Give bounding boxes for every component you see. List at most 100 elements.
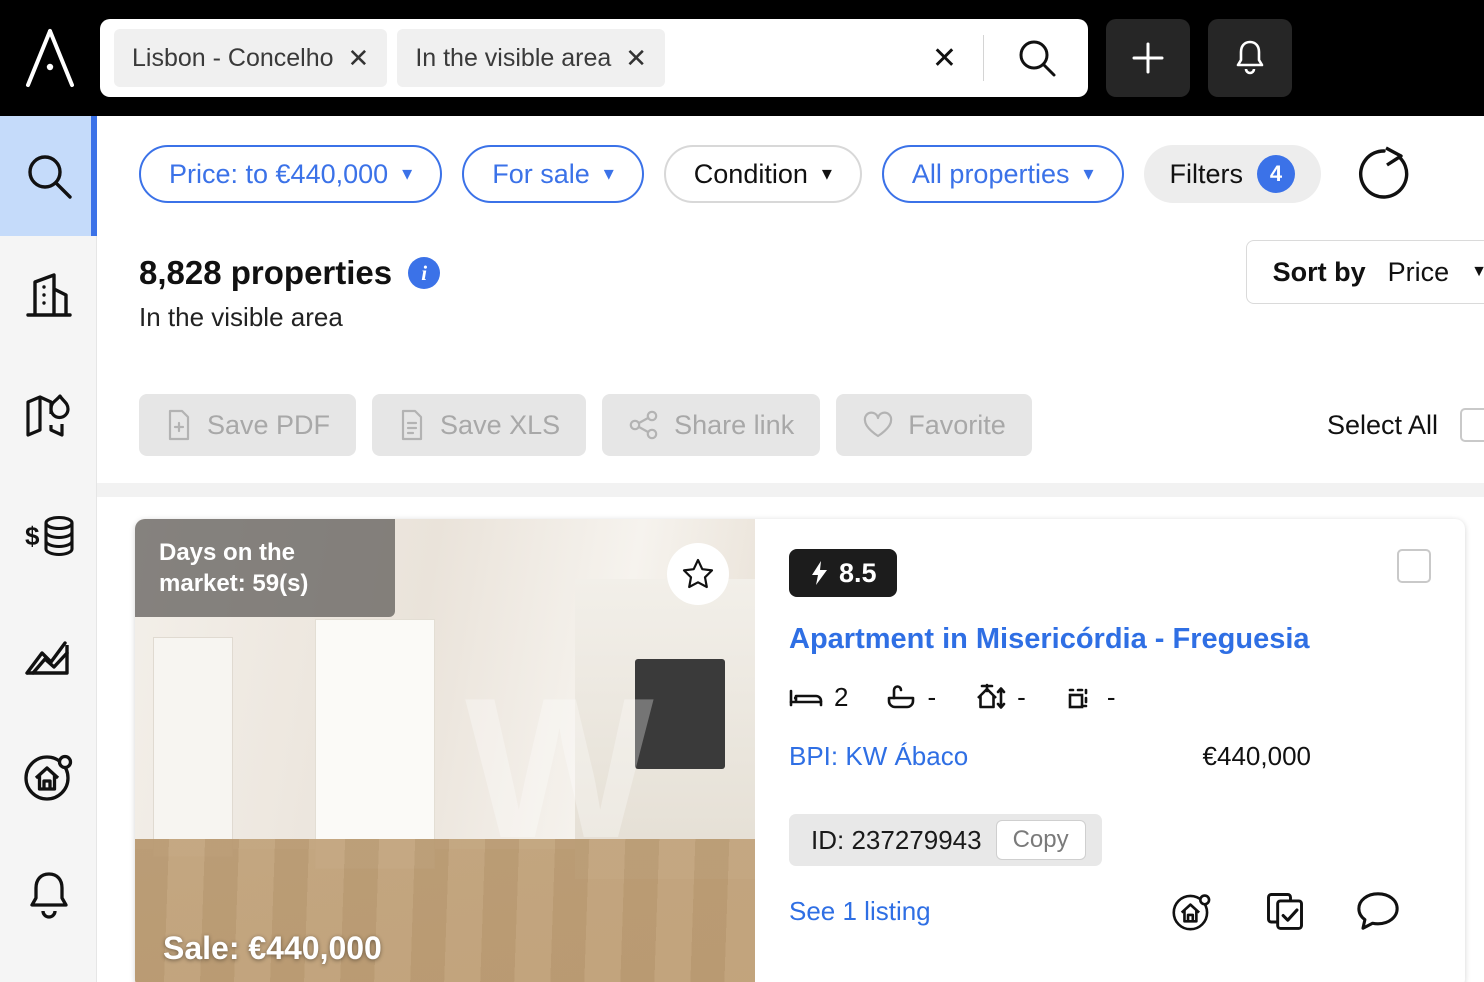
listing-bottom-row: See 1 listing (789, 888, 1431, 934)
sidebar-item-search[interactable] (0, 116, 97, 236)
spec-plot-area: - (1064, 682, 1115, 713)
filter-chip-price-label: Price: to €440,000 (169, 158, 389, 189)
lightning-icon (812, 561, 827, 585)
search-divider (983, 35, 984, 81)
listing-title[interactable]: Apartment in Misericórdia - Freguesia (789, 623, 1431, 656)
results-header: 8,828 properties i In the visible area S… (97, 232, 1484, 367)
save-pdf-button[interactable]: Save PDF (139, 394, 357, 456)
filters-button[interactable]: Filters 4 (1143, 145, 1322, 203)
remove-chip-area-icon[interactable]: ✕ (625, 45, 647, 71)
money-coins-icon: $ (25, 515, 74, 557)
listing-id-row: ID: 237279943 Copy (789, 814, 1431, 866)
search-chip-location-label: Lisbon - Concelho (132, 43, 334, 72)
file-lines-icon (401, 409, 423, 441)
info-icon[interactable]: i (408, 257, 441, 289)
filter-chip-property-type[interactable]: All properties ▾ (881, 145, 1124, 203)
sort-by-dropdown[interactable]: Sort by Price ▼ (1245, 240, 1484, 304)
photo-door-left (153, 637, 233, 857)
select-all-control[interactable]: Select All (1327, 408, 1484, 442)
results-count-label: 8,828 properties (139, 254, 393, 291)
search-chip-location[interactable]: Lisbon - Concelho ✕ (114, 29, 388, 87)
brand-logo[interactable] (0, 0, 100, 116)
listing-photo[interactable]: W Days on the market: 59(s) Sale: €440,0… (135, 519, 755, 982)
listing-score-value: 8.5 (839, 557, 877, 588)
copy-id-button[interactable]: Copy (995, 820, 1086, 860)
sidebar-item-buildings[interactable] (0, 236, 97, 356)
see-listing-link[interactable]: See 1 listing (789, 896, 931, 927)
days-on-market-badge: Days on the market: 59(s) (135, 519, 395, 618)
listing-details: 8.5 Apartment in Misericórdia - Freguesi… (755, 519, 1465, 982)
listing-score-badge: 8.5 (789, 549, 897, 597)
search-chip-area[interactable]: In the visible area ✕ (397, 29, 666, 87)
chevron-down-icon: ▾ (1083, 163, 1094, 185)
bell-icon (1236, 40, 1264, 75)
search-submit-button[interactable] (994, 37, 1080, 79)
search-icon (27, 155, 72, 199)
spec-bathrooms-value: - (927, 682, 937, 712)
chevron-down-icon: ▼ (1471, 263, 1484, 280)
star-icon (682, 558, 714, 589)
filter-chip-operation[interactable]: For sale ▾ (462, 145, 644, 203)
filter-chip-property-type-label: All properties (911, 158, 1070, 189)
bed-icon (789, 689, 823, 706)
search-bar[interactable]: Lisbon - Concelho ✕ In the visible area … (100, 19, 1088, 97)
bath-icon (888, 684, 915, 708)
chevron-down-icon: ▾ (402, 163, 413, 185)
select-all-label: Select All (1326, 409, 1438, 440)
select-all-checkbox[interactable] (1460, 408, 1484, 442)
valuation-button[interactable] (1169, 888, 1215, 934)
plus-icon (1132, 42, 1164, 74)
clear-search-icon[interactable]: ✕ (916, 41, 973, 76)
listing-sale-overlay: Sale: €440,000 (163, 930, 382, 966)
listing-agency[interactable]: BPI: KW Ábaco (789, 741, 968, 772)
map-heat-icon (25, 394, 70, 437)
photo-watermark: W (465, 657, 654, 880)
results-subtitle: In the visible area (139, 302, 343, 332)
listing-specs: 2 - - - (789, 682, 1431, 713)
plot-area-icon (1068, 688, 1088, 708)
spec-built-area-value: - (1017, 682, 1026, 712)
share-link-label: Share link (674, 409, 795, 440)
filters-button-label: Filters (1169, 158, 1244, 189)
favorite-button[interactable]: Favorite (836, 394, 1032, 456)
listing-action-icons (1169, 888, 1401, 934)
add-button[interactable] (1106, 19, 1190, 97)
sidebar-item-alerts[interactable] (0, 836, 97, 956)
reset-filters-button[interactable] (1353, 143, 1415, 205)
sidebar: $ (0, 116, 97, 982)
listing-select-checkbox[interactable] (1397, 549, 1431, 583)
comments-button[interactable] (1355, 889, 1401, 933)
search-chip-area-label: In the visible area (415, 43, 612, 72)
save-xls-button[interactable]: Save XLS (372, 394, 587, 456)
filter-chip-price[interactable]: Price: to €440,000 ▾ (139, 145, 443, 203)
save-xls-label: Save XLS (440, 409, 561, 440)
filter-chip-condition[interactable]: Condition ▾ (663, 145, 862, 203)
chat-bubble-icon (1357, 892, 1399, 930)
spec-bathrooms: - (886, 682, 936, 713)
listing-id-pill: ID: 237279943 Copy (789, 814, 1102, 866)
top-bar: Lisbon - Concelho ✕ In the visible area … (0, 0, 1484, 116)
remove-chip-location-icon[interactable]: ✕ (348, 45, 370, 71)
alerts-button[interactable] (1208, 19, 1292, 97)
home-circle-icon (1172, 894, 1211, 931)
spec-built-area: - (974, 682, 1026, 713)
section-divider (97, 483, 1484, 497)
sidebar-item-prices[interactable]: $ (0, 476, 97, 596)
sidebar-item-analytics[interactable] (0, 596, 97, 716)
spec-bedrooms-value: 2 (834, 682, 849, 712)
file-plus-icon (168, 409, 190, 441)
building-icon (25, 273, 72, 317)
photo-door-center (315, 619, 435, 869)
built-area-icon (977, 683, 1006, 709)
main-content: Price: to €440,000 ▾ For sale ▾ Conditio… (97, 116, 1484, 982)
listing-favorite-button[interactable] (667, 543, 729, 605)
duplicate-check-button[interactable] (1263, 889, 1307, 933)
bulk-actions-row: Save PDF Save XLS Share link Favorite Se… (97, 367, 1484, 483)
listing-card[interactable]: W Days on the market: 59(s) Sale: €440,0… (135, 519, 1465, 982)
filter-bar: Price: to €440,000 ▾ For sale ▾ Conditio… (97, 116, 1484, 232)
sidebar-item-heatmap[interactable] (0, 356, 97, 476)
sidebar-item-valuation[interactable] (0, 716, 97, 836)
chevron-down-icon: ▾ (603, 163, 614, 185)
share-link-button[interactable]: Share link (602, 394, 821, 456)
listing-price: €440,000 (1202, 741, 1311, 771)
